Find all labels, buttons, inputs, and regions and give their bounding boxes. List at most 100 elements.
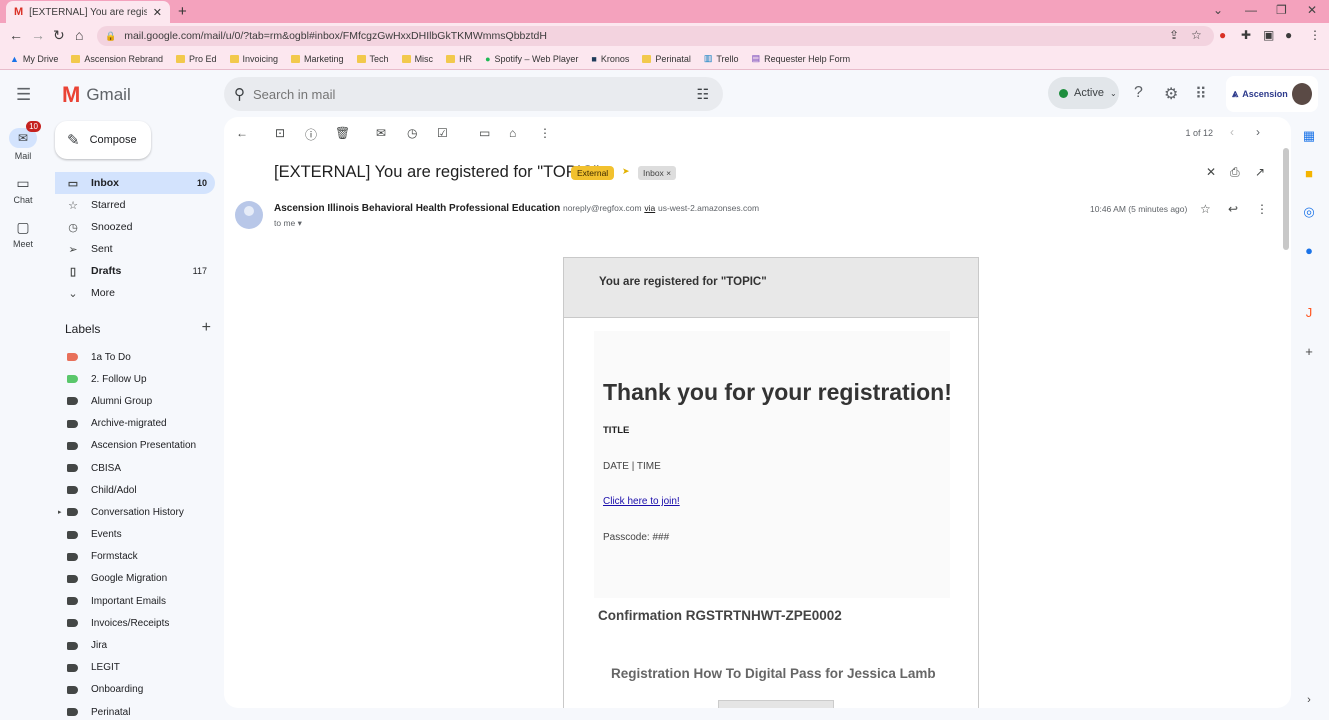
bookmark-misc[interactable]: Misc bbox=[401, 54, 433, 64]
label-item[interactable]: Jira bbox=[55, 634, 215, 656]
label-item[interactable]: Ascension Presentation bbox=[55, 435, 215, 457]
bookmark-trello[interactable]: ▥ Trello bbox=[704, 53, 739, 64]
label-item[interactable]: 2. Follow Up bbox=[55, 368, 215, 390]
tab-search-icon[interactable]: ⌄ bbox=[1213, 3, 1223, 17]
print-icon[interactable]: ⎙ bbox=[1230, 165, 1240, 180]
message-scrollbar[interactable] bbox=[1283, 148, 1289, 250]
rail-chat[interactable]: ▭ Chat bbox=[0, 175, 46, 205]
forward-icon[interactable]: → bbox=[31, 27, 45, 43]
compose-button[interactable]: ✎ Compose bbox=[55, 121, 151, 159]
bookmark-perinatal[interactable]: Perinatal bbox=[642, 54, 691, 64]
search-input[interactable] bbox=[253, 86, 689, 102]
help-icon[interactable]: ? bbox=[1134, 84, 1143, 102]
bookmark-star-icon[interactable]: ☆ bbox=[1191, 28, 1202, 42]
sender-name[interactable]: Ascension Illinois Behavioral Health Pro… bbox=[274, 203, 560, 214]
bookmark-invoicing[interactable]: Invoicing bbox=[229, 54, 278, 64]
important-marker-icon[interactable]: ➤ bbox=[622, 166, 630, 177]
profile-avatar-icon[interactable]: ● bbox=[1285, 28, 1292, 42]
bookmark-hr[interactable]: HR bbox=[446, 54, 472, 64]
folder-more[interactable]: ⌄ More bbox=[55, 282, 215, 304]
folder-drafts[interactable]: ▯ Drafts 117 bbox=[55, 260, 215, 282]
gmail-logo[interactable]: M Gmail bbox=[62, 84, 131, 106]
mark-unread-icon[interactable]: ✉ bbox=[376, 126, 386, 140]
bookmark-tech[interactable]: Tech bbox=[356, 54, 389, 64]
via-link[interactable]: via bbox=[644, 203, 655, 213]
restore-icon[interactable]: ❐ bbox=[1276, 3, 1287, 17]
search-options-icon[interactable]: ☷ bbox=[696, 86, 709, 103]
account-button[interactable]: ⩓ Ascension bbox=[1226, 76, 1318, 112]
rail-meet[interactable]: ▢ Meet bbox=[0, 219, 46, 249]
create-label-plus-icon[interactable]: + bbox=[202, 319, 211, 337]
bookmark-kronos[interactable]: ■ Kronos bbox=[591, 54, 629, 64]
extensions-puzzle-icon[interactable]: ✚ bbox=[1241, 28, 1251, 42]
snooze-clock-icon[interactable]: ◷ bbox=[407, 126, 417, 140]
delete-trash-icon[interactable]: 🗑 bbox=[335, 126, 350, 140]
bookmark-ascension-rebrand[interactable]: Ascension Rebrand bbox=[71, 54, 163, 64]
add-task-icon[interactable]: ☑ bbox=[437, 126, 448, 140]
label-item[interactable]: Perinatal bbox=[55, 701, 215, 720]
bookmark-my-drive[interactable]: ▲ My Drive bbox=[10, 54, 58, 64]
bookmark-marketing[interactable]: Marketing bbox=[291, 54, 344, 64]
remove-label-icon[interactable]: × bbox=[666, 168, 671, 178]
hide-side-panel-icon[interactable]: › bbox=[1300, 691, 1318, 709]
tasks-icon[interactable]: ◎ bbox=[1300, 203, 1318, 221]
back-to-inbox-icon[interactable]: ← bbox=[236, 126, 248, 140]
report-spam-icon[interactable]: ⓘ bbox=[305, 126, 317, 143]
open-new-window-icon[interactable]: ↗ bbox=[1255, 165, 1265, 179]
collapse-all-icon[interactable]: ✕ bbox=[1206, 165, 1216, 179]
digital-pass-button[interactable] bbox=[718, 700, 834, 708]
more-options-icon[interactable]: ⋮ bbox=[539, 126, 551, 140]
label-item[interactable]: Google Migration bbox=[55, 568, 215, 590]
label-item[interactable]: ▸ Conversation History bbox=[55, 501, 215, 523]
label-tag-icon[interactable]: ⌂ bbox=[509, 126, 516, 140]
search-icon[interactable]: ⚲ bbox=[234, 85, 245, 103]
settings-gear-icon[interactable]: ⚙ bbox=[1164, 84, 1178, 104]
new-tab-icon[interactable]: + bbox=[178, 3, 187, 20]
apps-grid-icon[interactable]: ⠿ bbox=[1195, 84, 1207, 104]
label-item[interactable]: Child/Adol bbox=[55, 479, 215, 501]
inbox-label-chip[interactable]: Inbox × bbox=[638, 166, 677, 180]
bookmark-requester-help-form[interactable]: ▤ Requester Help Form bbox=[752, 53, 851, 64]
keep-icon[interactable]: ■ bbox=[1300, 165, 1318, 183]
side-panel-icon[interactable]: ▣ bbox=[1263, 28, 1274, 42]
join-link[interactable]: Click here to join! bbox=[603, 496, 680, 507]
extension-red-icon[interactable]: ● bbox=[1219, 28, 1226, 42]
move-to-folder-icon[interactable]: ▭ bbox=[479, 126, 490, 140]
label-item[interactable]: Archive-migrated bbox=[55, 413, 215, 435]
label-item[interactable]: Alumni Group bbox=[55, 390, 215, 412]
star-message-icon[interactable]: ☆ bbox=[1200, 202, 1211, 216]
chrome-menu-icon[interactable]: ⋮ bbox=[1309, 28, 1321, 42]
expand-caret-icon[interactable]: ▸ bbox=[58, 508, 62, 516]
get-addons-plus-icon[interactable]: + bbox=[1300, 343, 1318, 361]
back-icon[interactable]: ← bbox=[9, 27, 23, 43]
addon-app-icon[interactable]: J bbox=[1300, 304, 1318, 322]
bookmark-spotify[interactable]: ● Spotify – Web Player bbox=[485, 54, 578, 64]
sender-avatar[interactable] bbox=[235, 201, 263, 229]
label-item[interactable]: Invoices/Receipts bbox=[55, 612, 215, 634]
archive-icon[interactable]: ⊡ bbox=[275, 126, 285, 140]
calendar-icon[interactable]: ▦ bbox=[1300, 127, 1318, 145]
label-item[interactable]: Formstack bbox=[55, 546, 215, 568]
status-button[interactable]: Active ⌄ bbox=[1048, 77, 1119, 109]
external-label-chip[interactable]: External bbox=[571, 166, 615, 180]
folder-sent[interactable]: ➢ Sent bbox=[55, 238, 215, 260]
home-icon[interactable]: ⌂ bbox=[75, 27, 83, 43]
url-bar[interactable]: 🔒 mail.google.com/mail/u/0/?tab=rm&ogbl#… bbox=[97, 26, 1214, 46]
message-more-icon[interactable]: ⋮ bbox=[1256, 202, 1268, 216]
rail-mail[interactable]: ✉ 10 Mail bbox=[0, 121, 46, 161]
newer-chevron-left-icon[interactable]: ‹ bbox=[1230, 125, 1234, 139]
label-item[interactable]: Important Emails bbox=[55, 590, 215, 612]
reply-icon[interactable]: ↩ bbox=[1228, 202, 1238, 216]
label-item[interactable]: Events bbox=[55, 524, 215, 546]
minimize-icon[interactable]: — bbox=[1245, 3, 1257, 17]
label-item[interactable]: 1a To Do bbox=[55, 346, 215, 368]
close-tab-icon[interactable]: ✕ bbox=[153, 6, 162, 19]
folder-snoozed[interactable]: ◷ Snoozed bbox=[55, 216, 215, 238]
label-item[interactable]: LEGIT bbox=[55, 657, 215, 679]
window-close-icon[interactable]: ✕ bbox=[1307, 3, 1317, 17]
browser-tab[interactable]: M [EXTERNAL] You are registered fo ✕ bbox=[6, 1, 170, 23]
folder-inbox[interactable]: ▭ Inbox 10 bbox=[55, 172, 215, 194]
folder-starred[interactable]: ☆ Starred bbox=[55, 194, 215, 216]
older-chevron-right-icon[interactable]: › bbox=[1256, 125, 1260, 139]
share-icon[interactable]: ⇪ bbox=[1169, 28, 1179, 42]
